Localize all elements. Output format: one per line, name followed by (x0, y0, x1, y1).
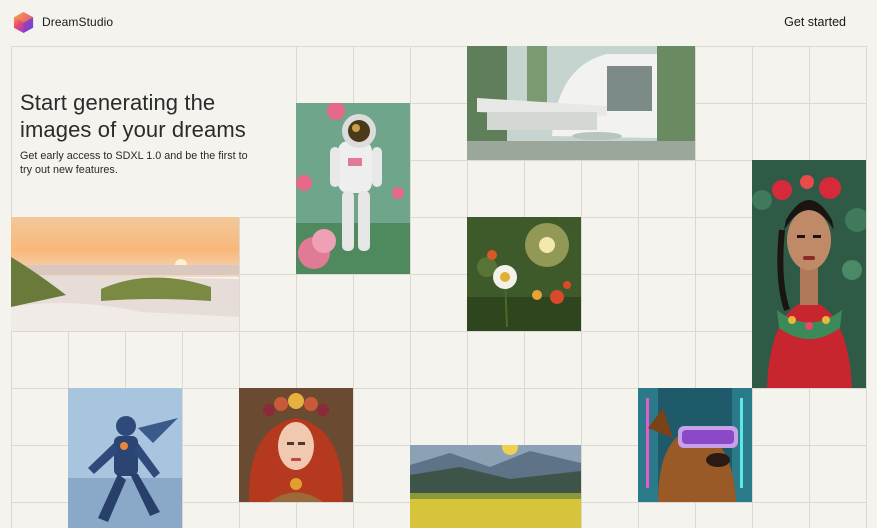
gallery-image-daisy-meadow (467, 217, 581, 331)
gallery-image-beach-sunset (11, 217, 239, 331)
gallery-image-astronaut-roses (296, 103, 410, 274)
brand-name[interactable]: DreamStudio (42, 15, 113, 29)
gallery-image-mountain-valley (410, 445, 581, 528)
hero-subtext: Get early access to SDXL 1.0 and be the … (20, 150, 248, 176)
gallery-image-modern-house (467, 46, 695, 160)
gallery-image-woman-flower-crown (752, 160, 866, 388)
dreamstudio-logo-icon[interactable] (12, 11, 35, 34)
site-header: DreamStudio Get started (0, 0, 877, 46)
hero-headline: Start generating the images of your drea… (20, 90, 246, 142)
gallery-image-armored-robot (68, 388, 182, 528)
gallery-image-dog-vr-headset (638, 388, 752, 502)
gallery-image-redhead-crown (239, 388, 353, 502)
get-started-link[interactable]: Get started (784, 15, 846, 29)
